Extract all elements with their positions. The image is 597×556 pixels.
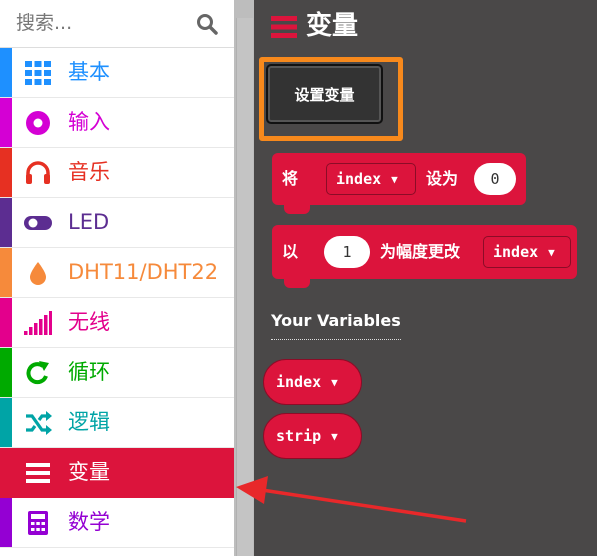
headphones-icon <box>26 161 50 184</box>
toggle-icon <box>24 216 52 230</box>
category-label: LED <box>68 210 110 234</box>
category-basic[interactable]: 基本 <box>0 48 234 98</box>
variable-name: index <box>276 373 322 391</box>
dropdown-caret-icon: ▼ <box>331 375 338 389</box>
category-color-bar <box>0 348 12 397</box>
variables-flyout: 变量 设置变量 将 index ▼ 设为 0 以 1 为幅度更改 index ▼… <box>254 0 597 556</box>
signal-icon <box>24 311 52 335</box>
number-input[interactable]: 0 <box>474 163 516 195</box>
category-color-bar <box>0 248 12 297</box>
category-label: 音乐 <box>68 160 110 184</box>
target-icon <box>26 111 50 135</box>
category-color-bar <box>0 148 12 197</box>
category-label: DHT11/DHT22 <box>68 260 219 284</box>
variable-dropdown[interactable]: index ▼ <box>326 163 416 195</box>
dropdown-caret-icon: ▼ <box>331 429 338 443</box>
list-icon <box>26 463 50 483</box>
calculator-icon <box>28 511 48 535</box>
dropdown-caret-icon: ▼ <box>548 245 555 259</box>
flyout-title: 变量 <box>306 11 359 41</box>
list-icon <box>271 16 297 38</box>
toolbox-scrollbar-thumb[interactable] <box>236 18 253 556</box>
dropdown-caret-icon: ▼ <box>391 172 398 186</box>
category-music[interactable]: 音乐 <box>0 148 234 198</box>
category-label: 输入 <box>68 110 110 134</box>
category-color-bar <box>0 398 12 447</box>
search-bar <box>0 0 234 48</box>
set-variable-block[interactable]: 将 index ▼ 设为 0 <box>272 153 526 205</box>
droplet-icon <box>30 262 46 285</box>
variable-name: index <box>493 243 539 261</box>
category-label: 循环 <box>68 360 110 384</box>
variable-block-strip[interactable]: strip ▼ <box>263 413 362 459</box>
number-input[interactable]: 1 <box>324 236 370 268</box>
category-math[interactable]: 数学 <box>0 498 234 548</box>
category-label: 数学 <box>68 510 110 534</box>
grid-icon <box>25 61 51 85</box>
block-notch <box>284 274 310 288</box>
category-logic[interactable]: 逻辑 <box>0 398 234 448</box>
category-variables[interactable]: 变量 <box>0 448 234 498</box>
category-loops[interactable]: 循环 <box>0 348 234 398</box>
category-radio[interactable]: 无线 <box>0 298 234 348</box>
change-variable-block[interactable]: 以 1 为幅度更改 index ▼ <box>272 225 577 279</box>
search-input[interactable] <box>16 9 186 37</box>
toolbox: 基本 输入 音乐 LED DHT11/DHT22 <box>0 0 234 556</box>
category-led[interactable]: LED <box>0 198 234 248</box>
category-label: 无线 <box>68 310 110 334</box>
block-text: 为幅度更改 <box>380 242 461 261</box>
variable-block-index[interactable]: index ▼ <box>263 359 362 405</box>
block-text: 将 <box>282 169 299 188</box>
category-input[interactable]: 输入 <box>0 98 234 148</box>
category-color-bar <box>0 298 12 347</box>
category-color-bar <box>0 198 12 247</box>
block-text: 以 <box>282 242 299 261</box>
category-color-bar <box>0 98 12 147</box>
block-notch <box>284 200 310 214</box>
block-text: 设为 <box>426 169 459 188</box>
variable-name: index <box>336 170 382 188</box>
your-variables-label: Your Variables <box>271 311 401 340</box>
category-dht[interactable]: DHT11/DHT22 <box>0 248 234 298</box>
category-label: 基本 <box>68 60 110 84</box>
category-color-bar <box>0 498 12 547</box>
variable-dropdown[interactable]: index ▼ <box>483 236 571 268</box>
category-color-bar <box>0 48 12 97</box>
refresh-icon <box>26 361 49 385</box>
category-label: 变量 <box>68 460 110 484</box>
category-label: 逻辑 <box>68 410 110 434</box>
make-variable-button[interactable]: 设置变量 <box>266 64 383 124</box>
search-icon[interactable] <box>195 12 219 36</box>
shuffle-icon <box>26 411 52 435</box>
variable-name: strip <box>276 427 322 445</box>
